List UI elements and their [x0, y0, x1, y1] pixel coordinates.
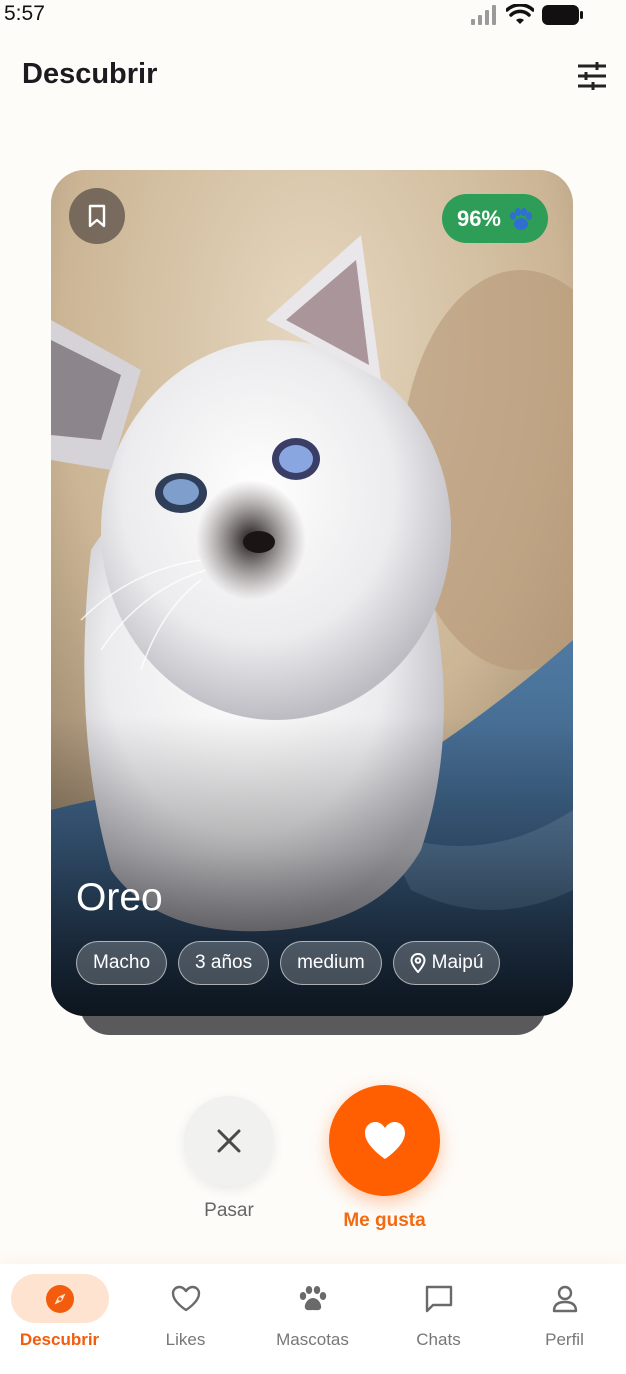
pet-tags: Macho 3 años medium Maipú: [76, 941, 501, 985]
pet-card[interactable]: 96% Oreo Macho 3 años medium Maipú: [51, 170, 573, 1016]
nav-item-descubrir[interactable]: Descubrir: [0, 1264, 122, 1374]
nav-item-perfil[interactable]: Perfil: [502, 1264, 626, 1374]
tag-location: Maipú: [392, 941, 501, 985]
heart-icon: [364, 1121, 405, 1159]
heart-icon: [171, 1285, 200, 1311]
paw-icon: [299, 1285, 326, 1310]
nav-label: Likes: [165, 1330, 206, 1349]
nav-item-likes[interactable]: Likes: [123, 1264, 248, 1374]
paw-icon: [510, 207, 532, 230]
compass-icon: [45, 1284, 74, 1313]
battery-icon: [542, 5, 583, 25]
tag-label: medium: [297, 952, 365, 973]
page-title: Descubrir: [22, 58, 158, 90]
bottom-nav: Descubrir Likes Mascotas Chats Perfil: [0, 1264, 626, 1374]
chat-icon: [425, 1285, 452, 1312]
tag-age: 3 años: [178, 941, 270, 985]
bookmark-button[interactable]: [69, 188, 125, 244]
pet-name: Oreo: [76, 876, 163, 919]
match-percent: 96%: [456, 205, 501, 231]
tag-sex: Macho: [76, 941, 168, 985]
nav-label: Chats: [416, 1330, 461, 1349]
location-pin-icon: [410, 953, 426, 973]
pass-label: Pasar: [204, 1200, 254, 1221]
filter-button[interactable]: [572, 56, 612, 96]
status-time: 5:57: [4, 2, 45, 25]
tag-label: Macho: [93, 952, 151, 973]
nav-item-mascotas[interactable]: Mascotas: [250, 1264, 375, 1374]
nav-item-chats[interactable]: Chats: [376, 1264, 501, 1374]
like-label: Me gusta: [343, 1210, 426, 1231]
discover-screen: 5:57 Descubrir 96% Oreo Macho 3 años med…: [0, 0, 626, 1374]
nav-label: Perfil: [545, 1330, 584, 1349]
like-button[interactable]: [329, 1085, 440, 1196]
tag-label: Maipú: [431, 952, 484, 973]
bookmark-icon: [88, 204, 106, 228]
nav-label: Mascotas: [276, 1330, 349, 1349]
status-bar: 5:57: [0, 0, 626, 30]
person-icon: [552, 1285, 577, 1312]
tag-size: medium: [280, 941, 382, 985]
close-icon: [217, 1129, 241, 1153]
tag-label: 3 años: [195, 952, 253, 973]
pass-button[interactable]: [184, 1096, 274, 1186]
match-badge: 96%: [441, 194, 548, 243]
nav-label: Descubrir: [19, 1330, 100, 1349]
nav-active-indicator: [10, 1274, 109, 1323]
status-icons: [470, 4, 584, 26]
tune-icon: [578, 62, 606, 90]
signal-icon: [471, 5, 496, 25]
wifi-icon: [506, 4, 534, 24]
